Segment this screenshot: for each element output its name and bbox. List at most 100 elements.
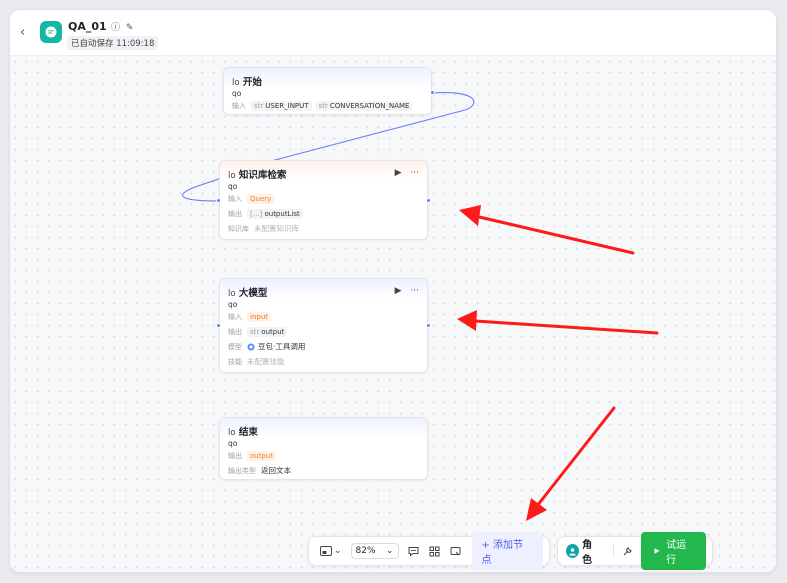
output-label: 输出 <box>228 327 242 336</box>
node-end-header: lo 结束 <box>220 418 427 438</box>
debug-button[interactable] <box>622 546 633 557</box>
node-end-title: lo 结束 <box>228 427 258 438</box>
node-llm-title: lo 大模型 <box>228 288 267 299</box>
role-button[interactable]: 角色 <box>566 536 601 566</box>
node-kb-output-port[interactable] <box>426 198 431 203</box>
chevron-down-icon: ⌄ <box>385 546 394 556</box>
layout-grid-icon <box>429 546 439 556</box>
title-icons: ⓘ ✎ <box>111 20 136 33</box>
chevron-down-icon: ⌄ <box>334 546 342 556</box>
node-kb-title: lo 知识库检索 <box>228 170 286 181</box>
test-run-label: 试运行 <box>666 540 687 566</box>
output-type-label: 输出类型 <box>228 466 256 475</box>
node-llm-input-row: 输入 input <box>220 309 427 324</box>
header: ‹ QA_01 ⓘ ✎ 已自动保存 11:09:18 <box>10 10 776 56</box>
output-tag-output: str output <box>247 326 288 337</box>
node-llm-output-port[interactable] <box>426 323 431 328</box>
role-label: 角色 <box>582 540 593 566</box>
node-kb-header: lo 知识库检索 ▶ ··· <box>220 161 427 181</box>
knowledge-label: 知识库 <box>228 224 249 233</box>
auto-layout-button[interactable] <box>429 546 440 557</box>
comment-icon <box>408 546 418 557</box>
workflow-title: QA_01 <box>68 20 107 33</box>
node-start-subtitle: qo <box>232 89 242 98</box>
node-end-subtitle: qo <box>228 439 238 448</box>
input-label: 输入 <box>228 194 242 203</box>
node-kb-image: lo <box>228 171 236 181</box>
edit-icon[interactable]: ✎ <box>126 23 134 33</box>
user-icon <box>566 544 580 558</box>
node-kb-subtitle: qo <box>228 182 238 191</box>
comment-button[interactable] <box>408 546 419 557</box>
input-tag-conversation-name: str CONVERSATION_NAME <box>315 100 413 111</box>
autosave-status: 已自动保存 11:09:18 <box>67 36 159 50</box>
node-llm-actions: ▶ ··· <box>389 286 419 296</box>
input-tag-input: input <box>247 311 272 322</box>
node-llm-header: lo 大模型 ▶ ··· <box>220 279 427 299</box>
canvas-toolbar: ⌄ 82% ⌄ + 添加节点 <box>308 532 550 570</box>
node-kb-input-port[interactable] <box>216 198 221 203</box>
run-toolbar: 角色 试运行 <box>557 532 713 570</box>
zoom-select[interactable]: 82% ⌄ <box>350 543 399 559</box>
node-start-title-text: 开始 <box>242 77 262 88</box>
run-node-icon[interactable]: ▶ <box>395 168 402 178</box>
output-type-value: 返回文本 <box>261 466 291 475</box>
more-icon[interactable]: ··· <box>410 168 419 178</box>
node-kb-output-row: 输出 […] outputList <box>220 206 427 221</box>
node-kb-title-text: 知识库检索 <box>238 170 287 181</box>
node-end-title-text: 结束 <box>238 427 258 438</box>
node-llm-skill-row: 技能 未配置技能 <box>220 354 427 369</box>
node-kb-knowledge-row: 知识库 未配置知识库 <box>220 221 427 236</box>
play-icon <box>654 548 660 554</box>
node-llm-output-row: 输出 str output <box>220 324 427 339</box>
node-end[interactable]: lo 结束 qo 输出 output 输出类型 返回文本 <box>219 417 428 480</box>
minimap-toggle[interactable]: ⌄ <box>320 546 342 556</box>
node-kb-actions: ▶ ··· <box>389 168 419 178</box>
node-llm-input-port[interactable] <box>216 323 221 328</box>
node-end-output-row: 输出 output <box>220 448 427 463</box>
node-start-title: lo 开始 <box>232 77 262 88</box>
input-label: 输入 <box>232 101 246 110</box>
workflow-editor-window: ‹ QA_01 ⓘ ✎ 已自动保存 11:09:18 lo 开始 qo 输入 s… <box>10 10 776 572</box>
output-tag-outputlist: […] outputList <box>247 208 303 219</box>
node-llm-image: lo <box>228 289 236 299</box>
node-start-header: lo 开始 <box>224 68 431 88</box>
minimap-icon <box>320 546 332 556</box>
node-end-image: lo <box>228 428 236 438</box>
zoom-value: 82% <box>355 546 376 556</box>
info-icon[interactable]: ⓘ <box>111 23 120 33</box>
node-end-output-type-row: 输出类型 返回文本 <box>220 463 427 478</box>
skill-label: 技能 <box>228 357 242 366</box>
wrench-icon <box>623 546 632 555</box>
fit-view-button[interactable] <box>450 546 461 557</box>
add-node-button[interactable]: + 添加节点 <box>471 532 543 570</box>
input-tag-user-input: str USER_INPUT <box>251 100 312 111</box>
app-icon <box>40 21 62 43</box>
fit-view-icon <box>450 546 460 555</box>
input-tag-query: Query <box>247 193 275 204</box>
model-logo-icon <box>247 343 255 350</box>
skill-value: 未配置技能 <box>247 357 285 366</box>
node-start-image: lo <box>232 78 240 88</box>
node-llm-model-row: 模型 豆包·工具调用 <box>220 339 427 354</box>
run-node-icon[interactable]: ▶ <box>395 286 402 296</box>
node-knowledge-retrieval[interactable]: lo 知识库检索 ▶ ··· qo 输入 Query 输出 […] outputL… <box>219 160 428 240</box>
output-label: 输出 <box>228 209 242 218</box>
output-label: 输出 <box>228 451 242 460</box>
node-llm-subtitle: qo <box>228 300 238 309</box>
back-button[interactable]: ‹ <box>20 25 34 41</box>
node-start[interactable]: lo 开始 qo 输入 str USER_INPUT str CONVERSATIO… <box>223 67 432 115</box>
node-start-input-row: 输入 str USER_INPUT str CONVERSATION_NAME <box>224 98 431 113</box>
node-start-output-port[interactable] <box>430 90 435 95</box>
test-run-button[interactable]: 试运行 <box>640 532 706 570</box>
node-llm-title-text: 大模型 <box>238 288 268 299</box>
toolbar-divider <box>612 544 614 558</box>
input-label: 输入 <box>228 312 242 321</box>
knowledge-value: 未配置知识库 <box>254 224 299 233</box>
more-icon[interactable]: ··· <box>410 286 419 296</box>
model-value: 豆包·工具调用 <box>258 342 306 351</box>
node-kb-input-row: 输入 Query <box>220 191 427 206</box>
chat-bubble-icon <box>45 26 57 38</box>
output-tag-output: output <box>247 450 277 461</box>
node-llm[interactable]: lo 大模型 ▶ ··· qo 输入 input 输出 str output 模型… <box>219 278 428 373</box>
